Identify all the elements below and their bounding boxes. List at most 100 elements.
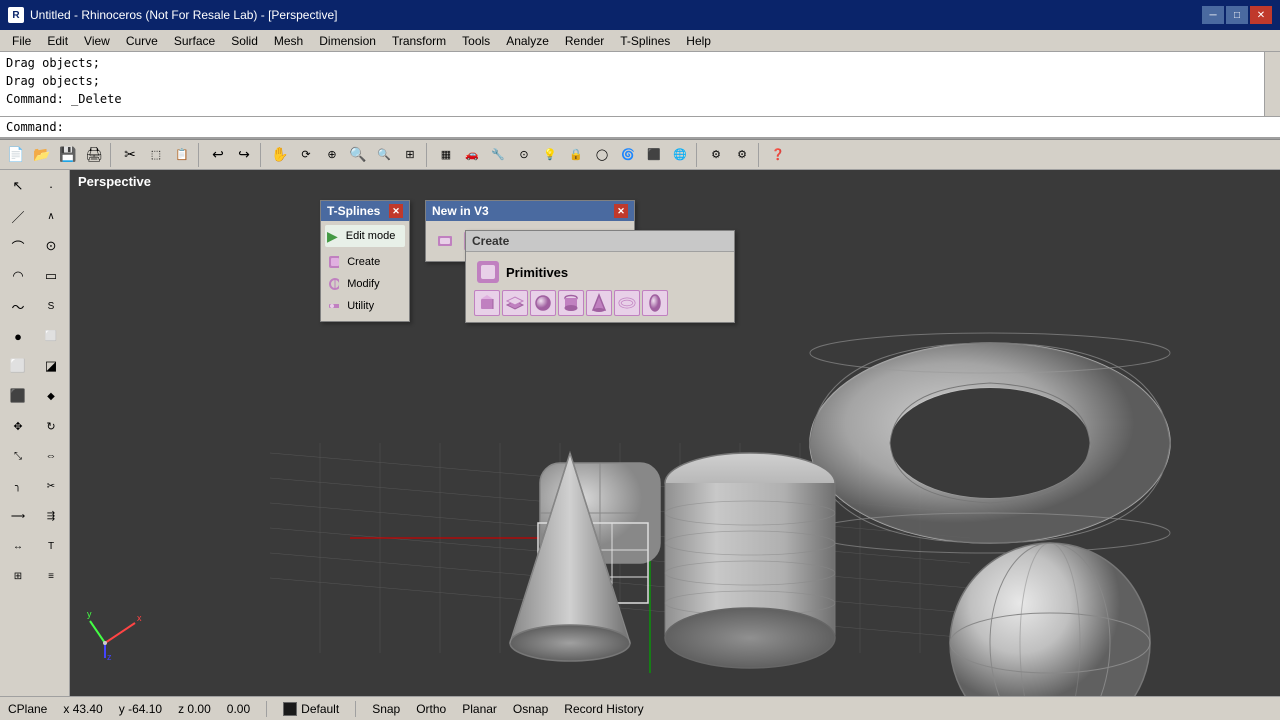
lp-rotate2[interactable]: ↻ (35, 412, 67, 440)
tb-circle[interactable]: ◯ (590, 143, 614, 167)
tb-help[interactable]: ❓ (766, 143, 790, 167)
lp-freeform[interactable]: 〜 (2, 292, 34, 320)
tb-settings2[interactable]: ⚙ (730, 143, 754, 167)
tb-zoom-out[interactable]: 🔍 (372, 143, 396, 167)
lp-text[interactable]: T (35, 532, 67, 560)
tsplines-editmode-btn[interactable]: Edit mode (342, 227, 403, 245)
lp-trim[interactable]: ✂ (35, 472, 67, 500)
lp-solid1[interactable]: ⬛ (2, 382, 34, 410)
lp-surface1[interactable]: ⬜ (2, 352, 34, 380)
lp-spline[interactable]: S (35, 292, 67, 320)
lp-surface2[interactable]: ◪ (35, 352, 67, 380)
menu-curve[interactable]: Curve (118, 32, 166, 50)
tb-pan[interactable]: ✋ (268, 143, 292, 167)
lp-dim[interactable]: ↔ (2, 532, 34, 560)
tsplines-create-btn[interactable]: Create (343, 253, 403, 271)
minimize-button[interactable]: ─ (1202, 6, 1224, 24)
status-osnap[interactable]: Osnap (513, 702, 548, 716)
tb-cube[interactable]: ⬛ (642, 143, 666, 167)
menu-render[interactable]: Render (557, 32, 612, 50)
newv3-panel-header[interactable]: New in V3 ✕ (426, 201, 634, 221)
status-ortho[interactable]: Ortho (416, 702, 446, 716)
tb-swirl[interactable]: 🌀 (616, 143, 640, 167)
tb-light[interactable]: 💡 (538, 143, 562, 167)
lp-solid2[interactable]: ◆ (35, 382, 67, 410)
menu-mesh[interactable]: Mesh (266, 32, 311, 50)
newv3-close-btn[interactable]: ✕ (614, 204, 628, 218)
status-snap[interactable]: Snap (372, 702, 400, 716)
menu-view[interactable]: View (76, 32, 118, 50)
lp-mirror[interactable]: ⇔ (35, 442, 67, 470)
tb-copy[interactable]: ⬚ (144, 143, 168, 167)
menu-edit[interactable]: Edit (39, 32, 76, 50)
tsplines-close-btn[interactable]: ✕ (389, 204, 403, 218)
lp-point[interactable]: · (35, 172, 67, 200)
tb-zoom-in[interactable]: 🔍 (346, 143, 370, 167)
menu-tools[interactable]: Tools (454, 32, 498, 50)
status-record[interactable]: Record History (564, 702, 643, 716)
menu-tsplines[interactable]: T-Splines (612, 32, 678, 50)
menu-surface[interactable]: Surface (166, 32, 223, 50)
close-button[interactable]: ✕ (1250, 6, 1272, 24)
lp-fillet[interactable]: ╮ (2, 472, 34, 500)
viewport[interactable]: Perspective (70, 170, 1280, 696)
lp-select[interactable]: ↖ (2, 172, 34, 200)
lp-polyline[interactable]: ∧ (35, 202, 67, 230)
tb-wrench[interactable]: 🔧 (486, 143, 510, 167)
lp-snap2[interactable]: ⊞ (2, 562, 34, 590)
tb-print[interactable]: 🖨 (82, 143, 106, 167)
tb-car[interactable]: 🚗 (460, 143, 484, 167)
menu-file[interactable]: File (4, 32, 39, 50)
lp-layer[interactable]: ≡ (35, 562, 67, 590)
tb-lock[interactable]: 🔒 (564, 143, 588, 167)
tb-zoom-sel[interactable]: ⊞ (398, 143, 422, 167)
tb-settings1[interactable]: ⚙ (704, 143, 728, 167)
tb-redo[interactable]: ↪ (232, 143, 256, 167)
tsplines-panel-header[interactable]: T-Splines ✕ (321, 201, 409, 221)
lp-curve[interactable]: ⌒ (2, 232, 34, 260)
lp-arc[interactable]: ◠ (2, 262, 34, 290)
status-layer[interactable]: Default (301, 702, 339, 716)
command-input[interactable] (71, 120, 471, 134)
lp-ellipse[interactable]: ⊙ (35, 232, 67, 260)
tb-undo[interactable]: ↩ (206, 143, 230, 167)
cmd-scrollbar[interactable] (1264, 52, 1280, 116)
tb-paste[interactable]: 📋 (170, 143, 194, 167)
lp-box[interactable]: ⬜ (35, 322, 67, 350)
prim-plane[interactable] (502, 290, 528, 316)
lp-sphere[interactable]: ● (2, 322, 34, 350)
menu-transform[interactable]: Transform (384, 32, 454, 50)
main-area: ↖ · ／ ∧ ⌒ ⊙ ◠ ▭ 〜 S ● ⬜ ⬜ ◪ ⬛ ◆ (0, 170, 1280, 696)
menu-analyze[interactable]: Analyze (498, 32, 557, 50)
menu-solid[interactable]: Solid (223, 32, 266, 50)
lp-rect[interactable]: ▭ (35, 262, 67, 290)
prim-cone[interactable] (586, 290, 612, 316)
tsplines-utility-btn[interactable]: Utility (343, 297, 403, 315)
tb-open[interactable]: 📂 (30, 143, 54, 167)
tb-save[interactable]: 💾 (56, 143, 80, 167)
menu-dimension[interactable]: Dimension (311, 32, 384, 50)
prim-capsule[interactable] (642, 290, 668, 316)
tb-cut[interactable]: ✂ (118, 143, 142, 167)
lp-line[interactable]: ／ (2, 202, 34, 230)
prim-sphere[interactable] (530, 290, 556, 316)
lp-scale[interactable]: ⤡ (2, 442, 34, 470)
status-planar[interactable]: Planar (462, 702, 497, 716)
tb-zoom-ext[interactable]: ⊕ (320, 143, 344, 167)
prim-torus[interactable] (614, 290, 640, 316)
tb-sphere2[interactable]: ⊙ (512, 143, 536, 167)
tb-snap[interactable]: ▦ (434, 143, 458, 167)
tb-rotate[interactable]: ⟳ (294, 143, 318, 167)
lp-extend[interactable]: ⟶ (2, 502, 34, 530)
tb-new[interactable]: 📄 (4, 143, 28, 167)
lp-move[interactable]: ✥ (2, 412, 34, 440)
newv3-icon-1[interactable] (432, 227, 458, 255)
prim-cylinder[interactable] (558, 290, 584, 316)
tb-globe[interactable]: 🌐 (668, 143, 692, 167)
lp-offset[interactable]: ⇶ (35, 502, 67, 530)
menu-help[interactable]: Help (678, 32, 719, 50)
tsplines-title: T-Splines (327, 204, 380, 218)
tsplines-modify-btn[interactable]: Modify (343, 275, 403, 293)
prim-box[interactable] (474, 290, 500, 316)
maximize-button[interactable]: □ (1226, 6, 1248, 24)
